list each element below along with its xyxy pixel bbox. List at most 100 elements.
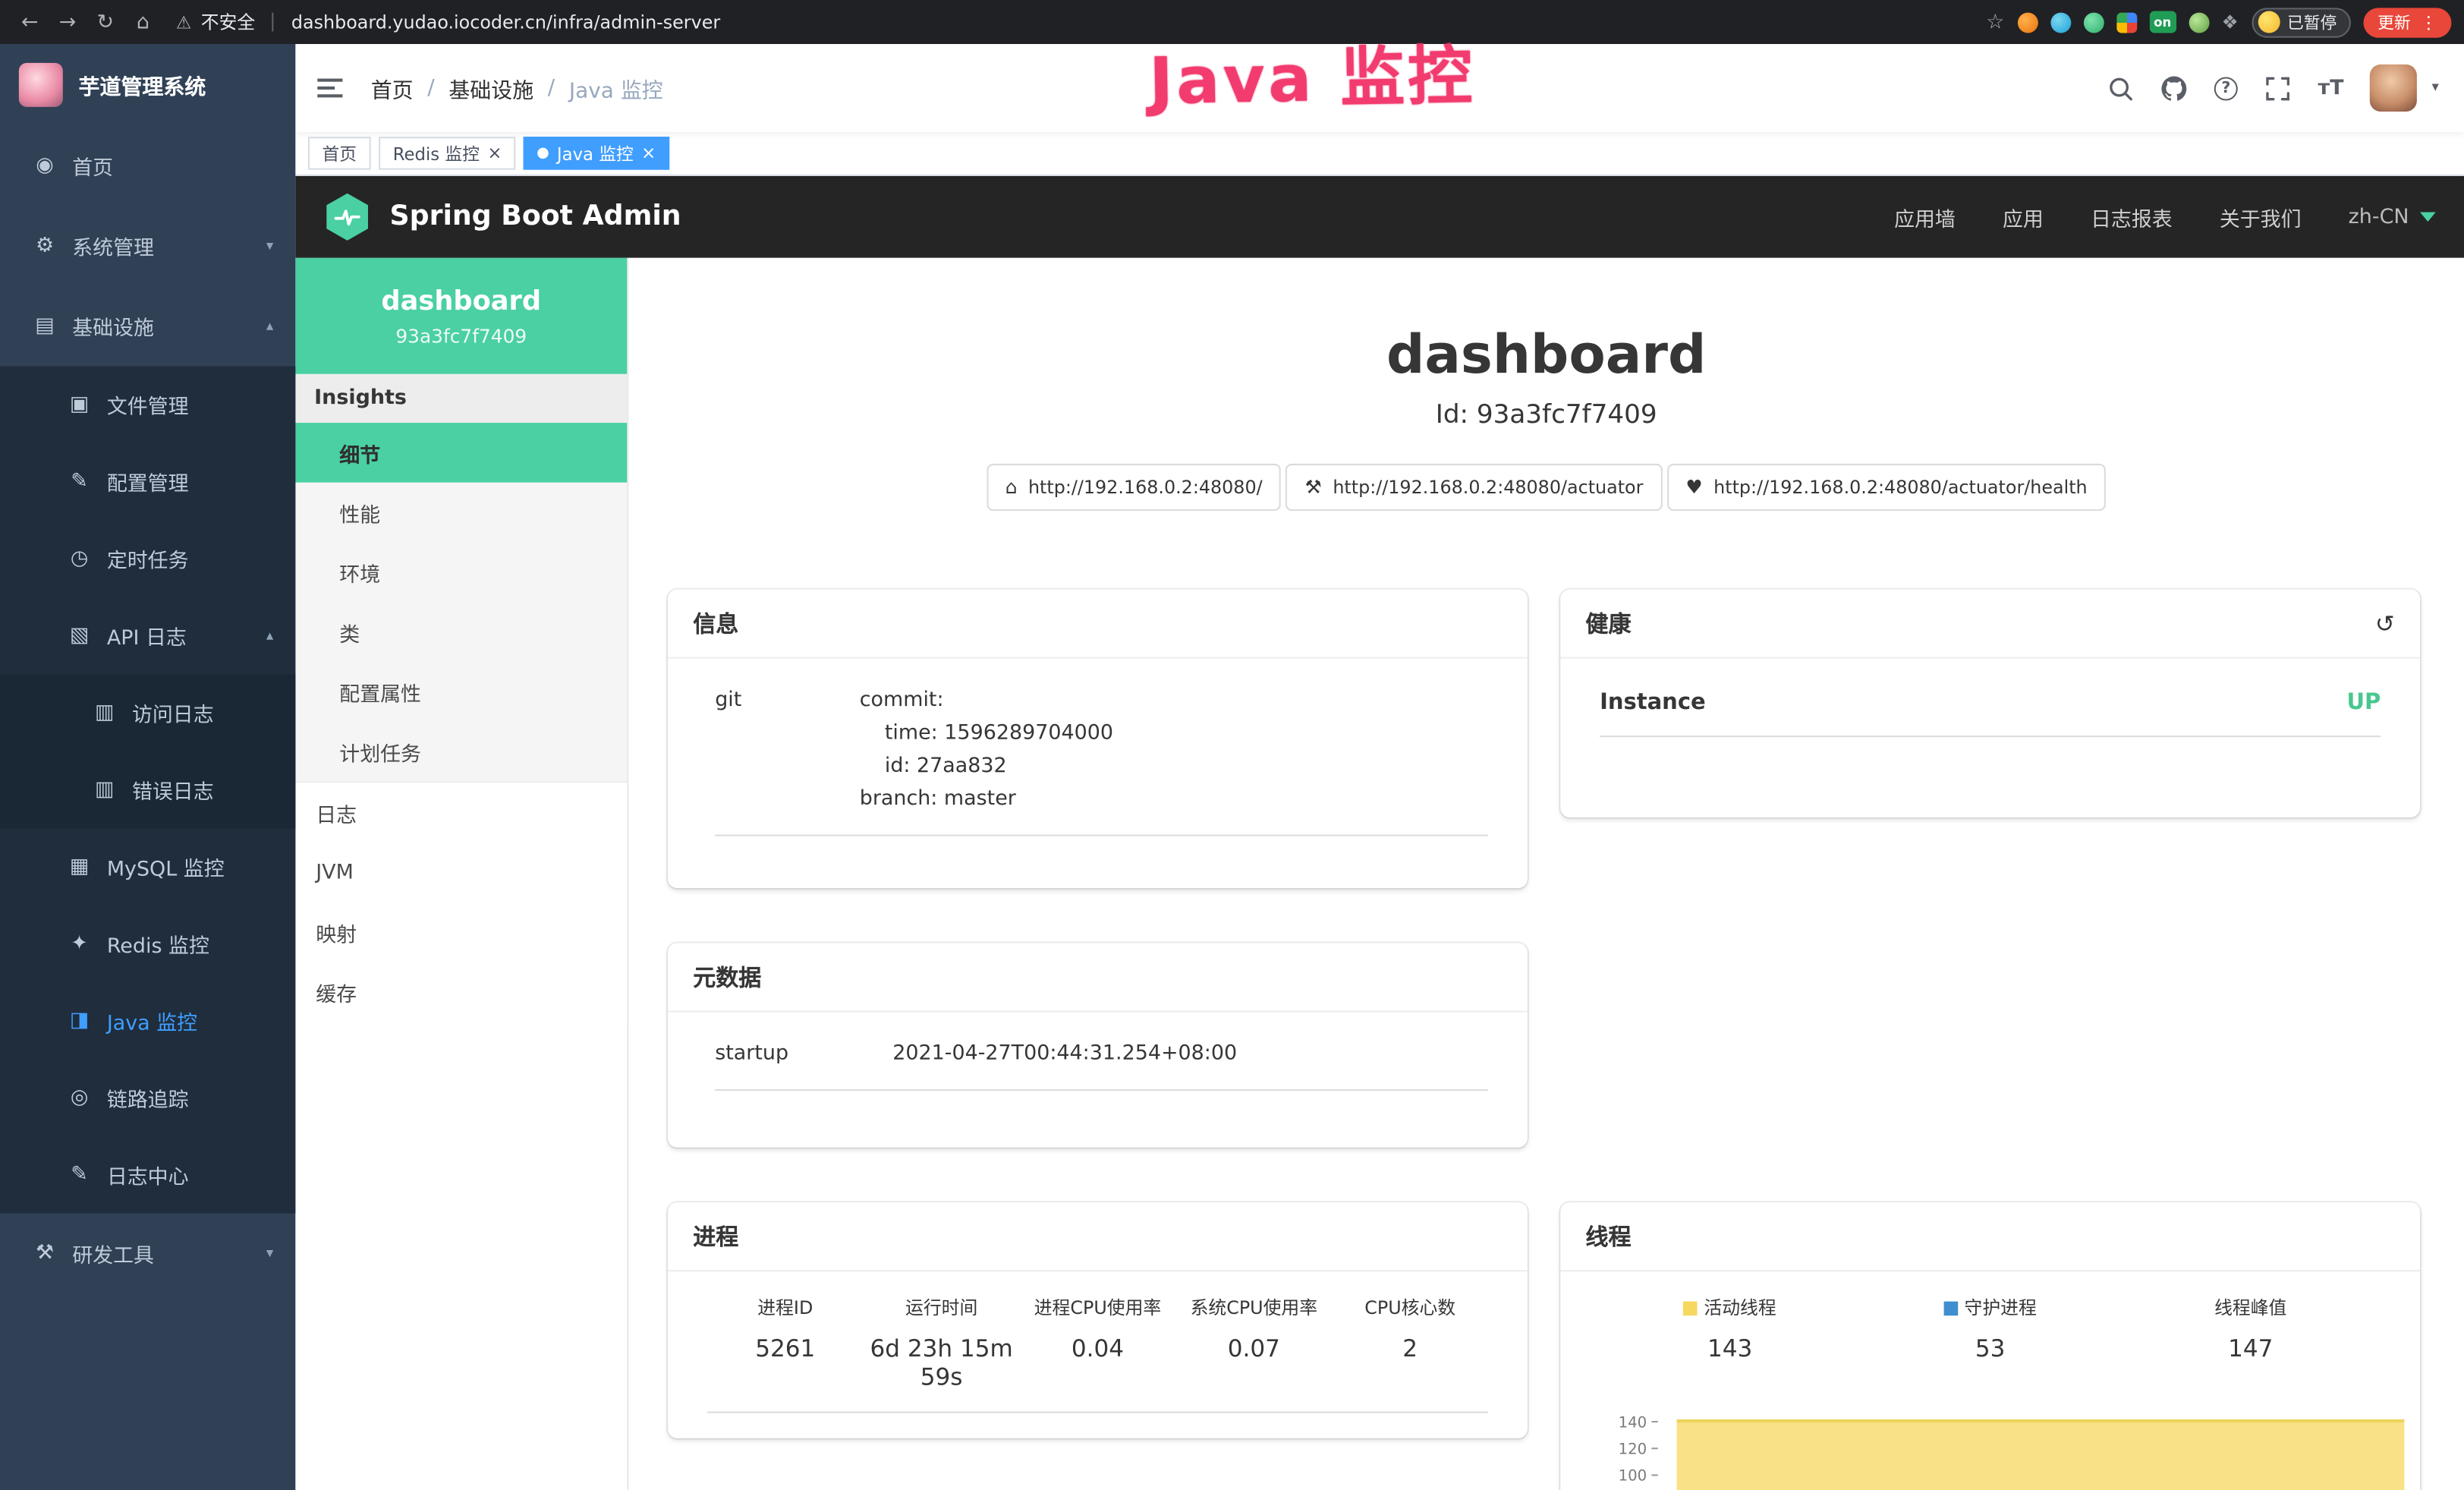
instance-root-link[interactable]: ⌂ http://192.168.0.2:48080/	[987, 464, 1282, 511]
github-icon[interactable]	[2160, 74, 2187, 101]
help-icon[interactable]: ?	[2214, 76, 2238, 99]
sidebar-item-label: 基础设施	[72, 311, 154, 341]
tab-label: 首页	[323, 140, 357, 165]
sidebar-item-label: Redis 监控	[107, 929, 209, 959]
sidebar-collapse-button[interactable]	[295, 44, 364, 132]
screen: ← → ↻ ⌂ ⚠ 不安全 dashboard.yudao.iocoder.cn…	[0, 0, 2464, 1490]
tools-icon: ⚒	[31, 1242, 58, 1265]
breadcrumb-separator: /	[548, 75, 555, 100]
sidebar-item-mysql-monitor[interactable]: ▦ MySQL 监控	[0, 828, 295, 905]
address-bar[interactable]: ⚠ 不安全 dashboard.yudao.iocoder.cn/infra/a…	[176, 9, 720, 34]
instance-header: dashboard 93a3fc7f7409	[295, 258, 627, 374]
sidebar-item-error-logs[interactable]: ▥ 错误日志	[0, 751, 295, 828]
process-stats-row: 进程ID 5261 运行时间 6d 23h 15m 59s 进程CPU使用率 0…	[707, 1271, 1488, 1413]
history-icon[interactable]: ↺	[2375, 609, 2395, 637]
sba-menu-mappings[interactable]: 映射	[295, 903, 627, 962]
sidebar-item-system-mgmt[interactable]: ⚙ 系统管理 ▾	[0, 206, 295, 286]
sidebar-item-scheduled-jobs[interactable]: ◷ 定时任务	[0, 520, 295, 597]
instance-health-link[interactable]: ♥ http://192.168.0.2:48080/actuator/heal…	[1667, 464, 2107, 511]
stat-value: 143	[1600, 1334, 1860, 1362]
threads-card: 线程 活动线程 143 守护进程 53 线程峰值 147 140 120 100	[1560, 1202, 2420, 1490]
sidebar-item-tracing[interactable]: ◎ 链路追踪	[0, 1060, 295, 1136]
sba-menu-scheduled-tasks[interactable]: 计划任务	[295, 721, 627, 781]
chrome-update-button[interactable]: 更新 ⋮	[2363, 7, 2451, 36]
gear-icon: ⚙	[31, 235, 58, 258]
sidebar-item-label: 首页	[72, 151, 113, 181]
browser-reload-button[interactable]: ↻	[88, 10, 123, 33]
sba-menu-jvm[interactable]: JVM	[295, 843, 627, 903]
chevron-down-icon	[2420, 213, 2436, 222]
url-text: dashboard.yudao.iocoder.cn/infra/admin-s…	[291, 11, 720, 33]
instance-id: 93a3fc7f7409	[395, 325, 527, 347]
sidebar-item-access-logs[interactable]: ▥ 访问日志	[0, 674, 295, 751]
sidebar-item-redis-monitor[interactable]: ✦ Redis 监控	[0, 906, 295, 982]
legend-label: 活动线程	[1704, 1296, 1776, 1318]
extension-icon-grid[interactable]	[2116, 12, 2136, 33]
tab-label: Java 监控	[557, 140, 634, 165]
tab-java-monitor[interactable]: Java 监控 ×	[524, 137, 669, 169]
sba-locale-select[interactable]: zh-CN	[2349, 205, 2436, 228]
bookmark-star-icon[interactable]: ☆	[1986, 10, 2004, 33]
sba-nav-journal[interactable]: 日志报表	[2091, 202, 2173, 232]
browser-forward-button[interactable]: →	[50, 10, 85, 33]
stat-value: 147	[2120, 1334, 2381, 1362]
extension-icon-vue[interactable]	[2083, 12, 2104, 33]
tab-redis-monitor[interactable]: Redis 监控 ×	[379, 137, 516, 169]
stat-label: 运行时间	[864, 1295, 1020, 1320]
sidebar-item-config-mgmt[interactable]: ✎ 配置管理	[0, 443, 295, 520]
browser-back-button[interactable]: ←	[13, 10, 48, 33]
font-size-icon[interactable]: тT	[2318, 76, 2344, 99]
breadcrumb-infrastructure[interactable]: 基础设施	[448, 72, 533, 103]
sidebar-item-java-monitor[interactable]: ◨ Java 监控	[0, 982, 295, 1059]
search-icon[interactable]	[2107, 74, 2134, 101]
stat-label: 线程峰值	[2120, 1295, 2381, 1320]
info-card: 信息 git commit: time: 1596289704000 id: 2…	[668, 590, 1528, 888]
tab-home[interactable]: 首页	[308, 137, 371, 169]
sba-menu-environment[interactable]: 环境	[295, 542, 627, 602]
fullscreen-icon[interactable]	[2264, 74, 2291, 101]
sidebar-item-infrastructure[interactable]: ▤ 基础设施 ▴	[0, 286, 295, 367]
sba-menu-configprops[interactable]: 配置属性	[295, 662, 627, 722]
chevron-down-icon: ▾	[266, 238, 273, 254]
sidebar-item-home[interactable]: ◉ 首页	[0, 126, 295, 206]
page-title: dashboard	[628, 324, 2464, 387]
sidebar-item-file-mgmt[interactable]: ▣ 文件管理	[0, 366, 295, 443]
extension-icon-orange[interactable]	[2017, 12, 2038, 33]
document-icon: ▥	[91, 701, 118, 725]
card-title: 线程	[1585, 1220, 1631, 1252]
sidebar-item-api-logs[interactable]: ▧ API 日志 ▴	[0, 597, 295, 674]
browser-home-button[interactable]: ⌂	[126, 10, 161, 33]
paused-label: 已暂停	[2287, 10, 2337, 33]
close-icon[interactable]: ×	[641, 145, 656, 162]
close-icon[interactable]: ×	[487, 145, 502, 162]
sidebar-item-dev-tools[interactable]: ⚒ 研发工具 ▾	[0, 1214, 295, 1294]
extension-on-badge[interactable]: on	[2149, 11, 2176, 33]
sidebar-item-label: 访问日志	[132, 698, 214, 727]
sba-menu-caches[interactable]: 缓存	[295, 962, 627, 1022]
process-card: 进程 进程ID 5261 运行时间 6d 23h 15m 59s 进程CPU使用…	[668, 1202, 1528, 1438]
chevron-up-icon: ▴	[266, 318, 273, 334]
user-avatar[interactable]	[2371, 65, 2418, 112]
sba-nav-applications[interactable]: 应用	[2003, 202, 2044, 232]
extension-icon-leaf[interactable]	[2189, 12, 2209, 33]
sba-nav-wallboard[interactable]: 应用墙	[1894, 202, 1956, 232]
file-icon: ▣	[66, 393, 93, 417]
sidebar-item-log-center[interactable]: ✎ 日志中心	[0, 1136, 295, 1213]
extensions-puzzle-icon[interactable]: ❖	[2222, 11, 2239, 33]
breadcrumb-separator: /	[427, 75, 434, 100]
breadcrumb-current: Java 监控	[569, 72, 663, 103]
sba-nav-about[interactable]: 关于我们	[2220, 202, 2302, 232]
sba-menu-metrics[interactable]: 性能	[295, 483, 627, 543]
breadcrumb-home[interactable]: 首页	[371, 72, 414, 103]
sba-menu-classes[interactable]: 类	[295, 602, 627, 662]
metadata-card: 元数据 startup 2021-04-27T00:44:31.254+08:0…	[668, 943, 1528, 1147]
extension-icon-drop[interactable]	[2050, 12, 2070, 33]
sba-menu-details[interactable]: 细节	[295, 423, 627, 483]
git-branch-line: branch: master	[860, 783, 1113, 815]
sba-menu-logs[interactable]: 日志	[295, 783, 627, 843]
info-value: commit: time: 1596289704000 id: 27aa832 …	[860, 684, 1113, 816]
instance-actuator-link[interactable]: ⚒ http://192.168.0.2:48080/actuator	[1286, 464, 1663, 511]
metadata-card-header: 元数据	[668, 943, 1528, 1012]
profile-paused-badge[interactable]: 已暂停	[2251, 7, 2350, 36]
browser-menu-kebab-icon[interactable]: ⋮	[2420, 12, 2437, 33]
